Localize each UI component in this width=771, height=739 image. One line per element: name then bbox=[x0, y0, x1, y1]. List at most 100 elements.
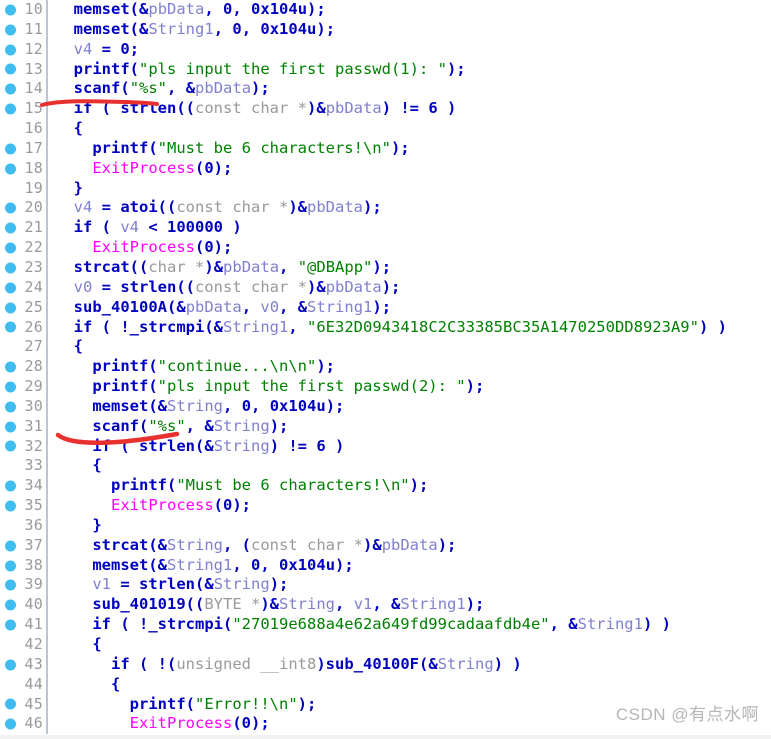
line-gutter[interactable]: 19 bbox=[0, 178, 48, 199]
code-line[interactable]: 25 sub_40100A(&pbData, v0, &String1); bbox=[0, 297, 771, 318]
code-text[interactable]: v0 = strlen((const char *)&pbData); bbox=[55, 278, 401, 298]
code-text[interactable]: printf("Must be 6 characters!\n"); bbox=[55, 139, 409, 159]
code-text[interactable]: sub_40100A(&pbData, v0, &String1); bbox=[55, 298, 391, 318]
code-text[interactable]: } bbox=[55, 516, 101, 536]
breakpoint-dot-icon[interactable] bbox=[5, 361, 16, 373]
breakpoint-dot-icon[interactable] bbox=[5, 44, 16, 56]
line-gutter[interactable]: 15 bbox=[0, 99, 48, 120]
code-text[interactable]: scanf("%s", &pbData); bbox=[55, 79, 270, 99]
code-line[interactable]: 32 if ( strlen(&String) != 6 ) bbox=[0, 436, 771, 457]
line-gutter[interactable]: 44 bbox=[0, 674, 48, 695]
line-gutter[interactable]: 39 bbox=[0, 575, 48, 596]
code-text[interactable]: ExitProcess(0); bbox=[55, 159, 232, 179]
code-text[interactable]: memset(&String1, 0, 0x104u); bbox=[55, 20, 335, 40]
code-text[interactable]: printf("pls input the first passwd(2): "… bbox=[55, 377, 484, 397]
code-text[interactable]: { bbox=[55, 456, 101, 476]
breakpoint-dot-icon[interactable] bbox=[5, 421, 16, 433]
breakpoint-dot-icon[interactable] bbox=[5, 718, 16, 730]
code-line[interactable]: 24 v0 = strlen((const char *)&pbData); bbox=[0, 277, 771, 298]
line-gutter[interactable]: 38 bbox=[0, 555, 48, 576]
code-text[interactable]: ExitProcess(0); bbox=[55, 714, 270, 734]
line-gutter[interactable]: 14 bbox=[0, 79, 48, 100]
code-line[interactable]: 23 strcat((char *)&pbData, "@DBApp"); bbox=[0, 257, 771, 278]
line-gutter[interactable]: 29 bbox=[0, 377, 48, 397]
code-text[interactable]: scanf("%s", &String); bbox=[55, 417, 288, 437]
breakpoint-dot-icon[interactable] bbox=[5, 440, 16, 452]
code-line[interactable]: 19 } bbox=[0, 178, 771, 199]
breakpoint-dot-icon[interactable] bbox=[5, 659, 16, 671]
line-gutter[interactable]: 33 bbox=[0, 456, 48, 477]
breakpoint-dot-icon[interactable] bbox=[5, 302, 16, 314]
code-text[interactable]: strcat((char *)&pbData, "@DBApp"); bbox=[55, 258, 391, 278]
line-gutter[interactable]: 43 bbox=[0, 654, 48, 675]
code-text[interactable]: if ( strlen(&String) != 6 ) bbox=[55, 437, 344, 457]
line-gutter[interactable]: 32 bbox=[0, 436, 48, 457]
breakpoint-dot-icon[interactable] bbox=[5, 321, 16, 333]
line-gutter[interactable]: 20 bbox=[0, 198, 48, 219]
code-text[interactable]: { bbox=[55, 675, 120, 695]
line-gutter[interactable]: 27 bbox=[0, 337, 48, 358]
code-line[interactable]: 22 ExitProcess(0); bbox=[0, 238, 771, 258]
line-gutter[interactable]: 17 bbox=[0, 138, 48, 159]
code-text[interactable]: { bbox=[55, 119, 83, 139]
code-line[interactable]: 20 v4 = atoi((const char *)&pbData); bbox=[0, 198, 771, 219]
code-line[interactable]: 15 if ( strlen((const char *)&pbData) !=… bbox=[0, 99, 771, 120]
breakpoint-dot-icon[interactable] bbox=[5, 599, 16, 611]
breakpoint-dot-icon[interactable] bbox=[5, 24, 16, 36]
code-line[interactable]: 40 sub_401019((BYTE *)&String, v1, &Stri… bbox=[0, 595, 771, 616]
line-gutter[interactable]: 36 bbox=[0, 515, 48, 536]
code-text[interactable]: memset(&pbData, 0, 0x104u); bbox=[55, 0, 326, 20]
breakpoint-dot-icon[interactable] bbox=[5, 63, 16, 75]
line-gutter[interactable]: 21 bbox=[0, 218, 48, 239]
breakpoint-dot-icon[interactable] bbox=[5, 698, 16, 710]
line-gutter[interactable]: 25 bbox=[0, 297, 48, 318]
code-line[interactable]: 11 memset(&String1, 0, 0x104u); bbox=[0, 19, 771, 40]
breakpoint-dot-icon[interactable] bbox=[5, 103, 16, 115]
line-gutter[interactable]: 34 bbox=[0, 476, 48, 497]
breakpoint-dot-icon[interactable] bbox=[5, 579, 16, 591]
code-line[interactable]: 27 { bbox=[0, 337, 771, 358]
code-line[interactable]: 28 printf("continue...\n\n"); bbox=[0, 357, 771, 378]
line-gutter[interactable]: 22 bbox=[0, 238, 48, 258]
line-gutter[interactable]: 16 bbox=[0, 119, 48, 139]
code-text[interactable]: if ( !(unsigned __int8)sub_40100F(&Strin… bbox=[55, 655, 522, 675]
breakpoint-dot-icon[interactable] bbox=[5, 401, 16, 413]
code-text[interactable]: } bbox=[55, 179, 83, 199]
code-text[interactable]: ExitProcess(0); bbox=[55, 496, 251, 516]
code-text[interactable]: printf("continue...\n\n"); bbox=[55, 357, 335, 377]
line-gutter[interactable]: 35 bbox=[0, 496, 48, 516]
line-gutter[interactable]: 40 bbox=[0, 595, 48, 616]
code-line[interactable]: 13 printf("pls input the first passwd(1)… bbox=[0, 59, 771, 80]
code-text[interactable]: v1 = strlen(&String); bbox=[55, 575, 288, 595]
code-text[interactable]: if ( !_strcmpi(&String1, "6E32D0943418C2… bbox=[55, 318, 727, 338]
breakpoint-dot-icon[interactable] bbox=[5, 4, 16, 16]
line-gutter[interactable]: 28 bbox=[0, 357, 48, 378]
line-gutter[interactable]: 37 bbox=[0, 535, 48, 556]
line-gutter[interactable]: 30 bbox=[0, 396, 48, 417]
line-gutter[interactable]: 45 bbox=[0, 694, 48, 715]
code-text[interactable]: ExitProcess(0); bbox=[55, 238, 232, 258]
code-text[interactable]: { bbox=[55, 635, 101, 655]
line-gutter[interactable]: 26 bbox=[0, 317, 48, 338]
breakpoint-dot-icon[interactable] bbox=[5, 619, 16, 631]
code-line[interactable]: 35 ExitProcess(0); bbox=[0, 496, 771, 516]
code-line[interactable]: 38 memset(&String1, 0, 0x104u); bbox=[0, 555, 771, 576]
code-text[interactable]: if ( v4 < 100000 ) bbox=[55, 218, 242, 238]
code-line[interactable]: 17 printf("Must be 6 characters!\n"); bbox=[0, 138, 771, 159]
code-text[interactable]: printf("pls input the first passwd(1): "… bbox=[55, 60, 466, 80]
code-text[interactable]: { bbox=[55, 337, 83, 357]
line-gutter[interactable]: 24 bbox=[0, 277, 48, 298]
code-text[interactable]: memset(&String1, 0, 0x104u); bbox=[55, 556, 353, 576]
breakpoint-dot-icon[interactable] bbox=[5, 282, 16, 294]
breakpoint-dot-icon[interactable] bbox=[5, 143, 16, 155]
code-line[interactable]: 34 printf("Must be 6 characters!\n"); bbox=[0, 476, 771, 497]
code-line[interactable]: 29 printf("pls input the first passwd(2)… bbox=[0, 377, 771, 397]
line-gutter[interactable]: 11 bbox=[0, 19, 48, 40]
breakpoint-dot-icon[interactable] bbox=[5, 480, 16, 492]
breakpoint-dot-icon[interactable] bbox=[5, 83, 16, 95]
code-line[interactable]: 41 if ( !_strcmpi("27019e688a4e62a649fd9… bbox=[0, 615, 771, 635]
code-line[interactable]: 26 if ( !_strcmpi(&String1, "6E32D094341… bbox=[0, 317, 771, 338]
pseudocode-editor[interactable]: 10 memset(&pbData, 0, 0x104u); 11 memset(… bbox=[0, 0, 771, 739]
code-line[interactable]: 37 strcat(&String, (const char *)&pbData… bbox=[0, 535, 771, 556]
line-gutter[interactable]: 12 bbox=[0, 39, 48, 60]
